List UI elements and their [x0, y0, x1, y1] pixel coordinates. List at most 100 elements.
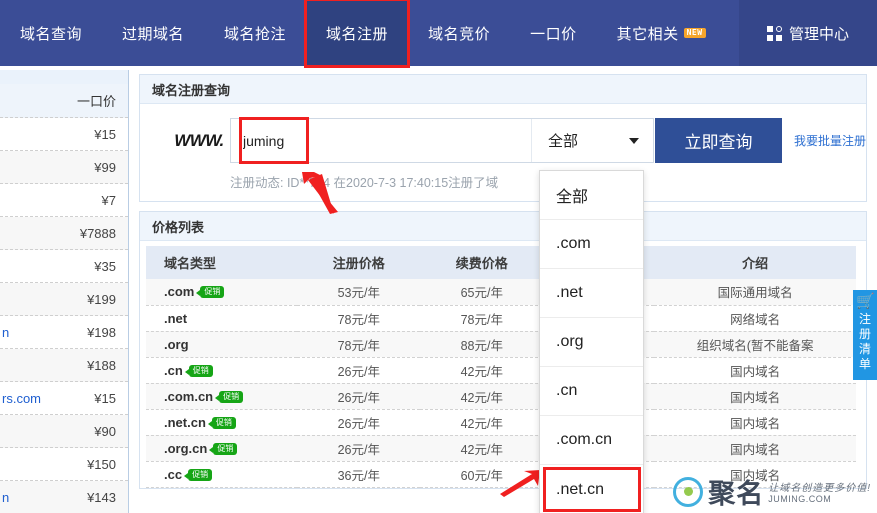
- price-cell-register: 26元/年: [297, 435, 421, 462]
- price-cell-renew: 42元/年: [420, 435, 544, 462]
- tld-select[interactable]: 全部: [530, 119, 653, 162]
- left-panel-domain[interactable]: n: [0, 490, 9, 505]
- price-cell-type: .net: [146, 305, 298, 332]
- domain-type-label: .cc: [164, 466, 183, 482]
- left-panel-price: ¥15: [94, 390, 116, 406]
- tld-option-label: .cn: [556, 382, 578, 399]
- left-panel-row[interactable]: ¥15: [0, 118, 128, 151]
- price-table-body: .com促销53元/年65元/年元/年国际通用域名.net78元/年78元/年元…: [146, 279, 856, 488]
- domain-search-panel-body: WWW. 全部 立即查询: [140, 104, 866, 201]
- nav-item-4[interactable]: 域名竞价: [408, 0, 510, 66]
- left-panel-domain[interactable]: rs.com: [0, 391, 41, 406]
- tld-option-2[interactable]: .net: [540, 269, 643, 318]
- price-table-row[interactable]: .net.cn促销26元/年42元/年元/年国内域名: [146, 409, 856, 436]
- price-table-head: 域名类型注册价格续费价格转入价格介绍: [146, 246, 856, 279]
- domain-type-label: .net.cn: [164, 414, 206, 430]
- price-cell-register: 26元/年: [297, 409, 421, 436]
- left-panel-price: ¥90: [94, 423, 116, 439]
- price-cell-intro: 国际通用域名: [654, 279, 856, 306]
- tld-option-1[interactable]: .com: [540, 220, 643, 269]
- nav-item-6[interactable]: 其它相关 NEW: [597, 0, 726, 66]
- registration-cart-tab[interactable]: 🛒 注册清单: [853, 290, 877, 380]
- price-cell-renew: 42元/年: [420, 409, 544, 436]
- left-panel-row[interactable]: n ¥143: [0, 481, 128, 513]
- nav-item-3[interactable]: 域名注册: [304, 0, 411, 68]
- price-cell-register: 78元/年: [297, 305, 421, 332]
- left-panel-price: ¥15: [94, 126, 116, 142]
- nav-item-1[interactable]: 过期域名: [102, 0, 204, 66]
- price-cell-type: .com.cn 促销: [146, 383, 298, 410]
- price-table-row[interactable]: .org.cn促销26元/年42元/年元/年国内域名: [146, 435, 856, 462]
- left-panel-price: ¥35: [94, 258, 116, 274]
- search-box: 全部: [230, 117, 654, 164]
- nav-item-label: 域名查询: [20, 25, 83, 43]
- management-center-button[interactable]: 管理中心: [738, 0, 877, 66]
- tld-option-label: .com: [556, 235, 591, 252]
- left-panel-row[interactable]: ¥150: [0, 448, 128, 481]
- left-panel-price: ¥198: [87, 324, 116, 340]
- registration-dynamic-notice: 注册动态: ID**704 在2020-7-3 17:40:15注册了域: [230, 176, 499, 190]
- left-panel-row[interactable]: ¥7888: [0, 217, 128, 250]
- domain-search-title-text: 域名注册查询: [152, 82, 231, 98]
- search-input-wrap: [231, 117, 531, 164]
- query-button[interactable]: 立即查询: [654, 118, 782, 163]
- domain-search-input[interactable]: [231, 119, 531, 162]
- domain-type-label: .net: [164, 310, 188, 326]
- price-table-header-row: 域名类型注册价格续费价格转入价格介绍: [146, 246, 856, 279]
- left-panel-price-header-label: 一口价: [76, 94, 116, 109]
- price-cell-register: 26元/年: [297, 357, 421, 384]
- price-col-header-0: 域名类型: [146, 246, 298, 279]
- left-panel-row[interactable]: ¥99: [0, 151, 128, 184]
- tld-option-5[interactable]: .com.cn: [540, 416, 643, 465]
- price-col-header-1: 注册价格: [297, 246, 421, 279]
- nav-item-5[interactable]: 一口价: [510, 0, 597, 66]
- price-table-row[interactable]: .org78元/年88元/年元/年组织域名(暂不能备案: [146, 331, 856, 358]
- batch-register-link-label: 我要批量注册: [793, 134, 866, 148]
- price-table-wrap: 域名类型注册价格续费价格转入价格介绍 .com促销53元/年65元/年元/年国际…: [140, 241, 866, 488]
- tld-option-3[interactable]: .org: [540, 318, 643, 367]
- domain-type-label: .org: [164, 336, 189, 352]
- price-cell-register: 36元/年: [297, 461, 421, 488]
- left-panel-rows: ¥15 ¥99 ¥7 ¥7888 ¥35 ¥199 n ¥198 ¥188 rs.com ¥15 ¥9…: [0, 118, 128, 513]
- price-table-row[interactable]: .cn促销26元/年42元/年元/年国内域名: [146, 357, 856, 384]
- price-cell-register: 53元/年: [297, 279, 421, 306]
- price-cell-renew: 42元/年: [420, 357, 544, 384]
- price-cell-intro: 国内域名: [654, 383, 856, 410]
- price-list-panel: 价格列表 域名类型注册价格续费价格转入价格介绍 .com促销53元/年65元/年…: [139, 211, 867, 489]
- price-table-row[interactable]: .cc促销36元/年60元/年元/年国内域名: [146, 461, 856, 488]
- left-panel-row[interactable]: n ¥198: [0, 316, 128, 349]
- nav-item-2[interactable]: 域名抢注: [204, 0, 306, 66]
- chevron-down-icon: [628, 137, 639, 144]
- price-table-row[interactable]: .com促销53元/年65元/年元/年国际通用域名: [146, 279, 856, 306]
- tld-option-0[interactable]: 全部: [540, 171, 643, 220]
- price-cell-renew: 60元/年: [420, 461, 544, 488]
- left-panel-row[interactable]: ¥90: [0, 415, 128, 448]
- left-panel-domain[interactable]: n: [0, 325, 9, 340]
- left-panel-row[interactable]: ¥199: [0, 283, 128, 316]
- left-panel-row[interactable]: ¥35: [0, 250, 128, 283]
- price-col-header-4: 介绍: [654, 246, 856, 279]
- management-center-label: 管理中心: [788, 25, 849, 43]
- price-table-row[interactable]: .net78元/年78元/年元/年网络域名: [146, 305, 856, 332]
- batch-register-link[interactable]: 我要批量注册: [782, 118, 866, 163]
- promotion-badge: 促销: [207, 416, 236, 429]
- left-panel-row[interactable]: ¥188: [0, 349, 128, 382]
- nav-item-label: 域名竞价: [428, 25, 491, 43]
- price-cell-type: .org: [146, 331, 298, 358]
- tld-option-label: 全部: [556, 189, 589, 206]
- price-cell-intro: 国内域名: [654, 461, 856, 488]
- left-panel-row[interactable]: rs.com ¥15: [0, 382, 128, 415]
- nav-item-0[interactable]: 域名查询: [0, 0, 102, 66]
- tld-option-4[interactable]: .cn: [540, 367, 643, 416]
- tld-option-label: .net: [556, 284, 583, 301]
- left-panel-header: 一口价: [0, 84, 128, 118]
- price-table-row[interactable]: .com.cn促销26元/年42元/年元/年国内域名: [146, 383, 856, 410]
- price-cell-type: .cc 促销: [146, 461, 298, 488]
- tld-dropdown-list[interactable]: 全部 .com .net .org .cn .com.cn .net.cn: [539, 170, 644, 513]
- price-table: 域名类型注册价格续费价格转入价格介绍 .com促销53元/年65元/年元/年国际…: [146, 246, 856, 488]
- tld-option-6[interactable]: .net.cn: [540, 465, 643, 513]
- top-navigation-bar: 域名查询 过期域名 域名抢注 域名注册 域名竞价 一口价 其它相关 NEW 管理中心: [0, 0, 877, 68]
- domain-search-panel-title: 域名注册查询: [140, 75, 866, 104]
- price-list-title-text: 价格列表: [152, 219, 205, 235]
- left-panel-row[interactable]: ¥7: [0, 184, 128, 217]
